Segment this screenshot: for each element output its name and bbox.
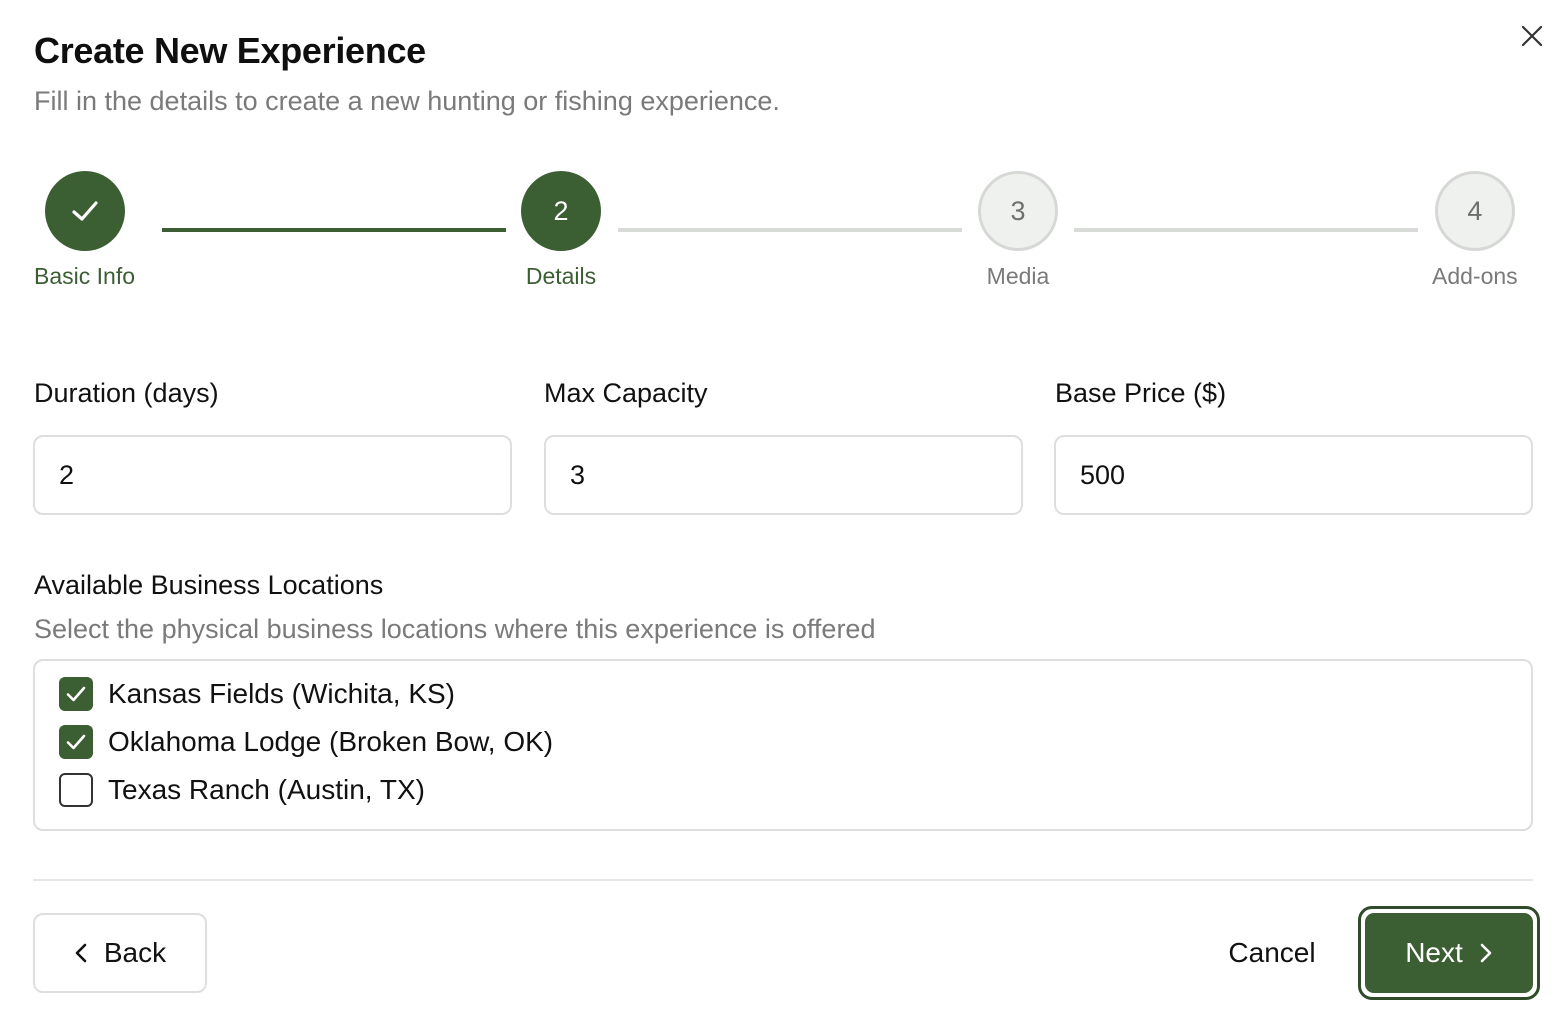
locations-title: Available Business Locations xyxy=(34,570,384,600)
step-basic-info[interactable]: Basic Info xyxy=(34,171,135,290)
step-label: Details xyxy=(525,263,597,289)
locations-list: Kansas Fields (Wichita, KS) Oklahoma Lod… xyxy=(33,659,1533,831)
step-circle-pending: 3 xyxy=(978,171,1058,251)
step-label: Media xyxy=(986,263,1050,289)
dialog-title: Create New Experience xyxy=(34,30,426,71)
check-icon xyxy=(66,686,86,702)
close-icon xyxy=(1521,25,1543,47)
next-button[interactable]: Next xyxy=(1358,906,1540,1000)
step-circle-active: 2 xyxy=(521,171,601,251)
checkbox-checked[interactable] xyxy=(59,725,93,759)
check-icon xyxy=(66,734,86,750)
location-item-texas[interactable]: Texas Ranch (Austin, TX) xyxy=(59,773,425,807)
checkbox-unchecked[interactable] xyxy=(59,773,93,807)
footer-divider xyxy=(33,879,1533,881)
next-button-label: Next xyxy=(1405,937,1463,968)
back-button[interactable]: Back xyxy=(33,913,207,993)
step-label: Add-ons xyxy=(1432,263,1518,289)
step-circle-completed xyxy=(44,171,125,251)
location-item-oklahoma[interactable]: Oklahoma Lodge (Broken Bow, OK) xyxy=(59,725,553,759)
step-connector xyxy=(618,228,962,232)
close-button[interactable] xyxy=(1516,20,1548,52)
back-button-label: Back xyxy=(103,937,167,968)
chevron-right-icon xyxy=(1480,943,1492,963)
dialog-subtitle: Fill in the details to create a new hunt… xyxy=(34,86,780,116)
location-item-kansas[interactable]: Kansas Fields (Wichita, KS) xyxy=(59,677,455,711)
location-label: Kansas Fields (Wichita, KS) xyxy=(108,678,455,709)
step-circle-pending: 4 xyxy=(1434,171,1515,251)
cancel-button-label: Cancel xyxy=(1228,937,1316,968)
locations-description: Select the physical business locations w… xyxy=(34,614,876,644)
chevron-left-icon xyxy=(75,943,87,963)
create-experience-dialog: Create New Experience Fill in the detail… xyxy=(0,0,1558,1028)
duration-label: Duration (days) xyxy=(34,378,219,408)
location-label: Oklahoma Lodge (Broken Bow, OK) xyxy=(108,726,554,757)
duration-input[interactable] xyxy=(33,435,512,515)
check-icon xyxy=(71,201,98,221)
step-connector xyxy=(1074,228,1418,232)
step-details[interactable]: 2 Details xyxy=(521,171,601,290)
capacity-label: Max Capacity xyxy=(544,378,708,408)
price-label: Base Price ($) xyxy=(1055,378,1227,408)
location-label: Texas Ranch (Austin, TX) xyxy=(108,774,425,805)
step-connector xyxy=(162,228,506,232)
step-add-ons[interactable]: 4 Add-ons xyxy=(1432,171,1518,290)
step-media[interactable]: 3 Media xyxy=(978,171,1058,290)
step-label: Basic Info xyxy=(34,263,135,289)
price-input[interactable] xyxy=(1054,435,1533,515)
cancel-button[interactable]: Cancel xyxy=(1210,913,1334,993)
checkbox-checked[interactable] xyxy=(59,677,93,711)
next-button-body: Next xyxy=(1365,913,1533,993)
capacity-input[interactable] xyxy=(544,435,1023,515)
